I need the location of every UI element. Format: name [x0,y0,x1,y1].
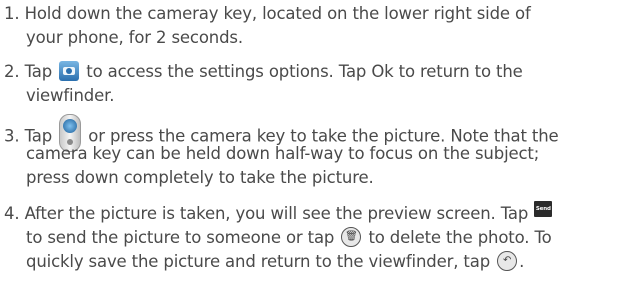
step-text: Hold down the cameray key, located on th… [24,4,531,23]
step-text: . [519,252,525,271]
step-3-line-3: press down completely to take the pictur… [26,168,374,187]
return-arrow-icon: ↶ [497,250,518,271]
camera-settings-icon [59,60,80,81]
step-text: Tap [24,62,53,81]
step-1-line-1: 1. Hold down the cameray key, located on… [4,2,531,26]
step-number: 2. [4,62,20,81]
step-4-line-1: 4. After the picture is taken, you will … [4,200,553,226]
send-icon: Send [534,200,553,217]
trash-icon: 🗑 [341,226,362,247]
step-3-line-2: camera key can be held down half-way to … [26,144,540,163]
step-2-line-2: viewfinder. [26,86,115,105]
step-text: to access the settings options. Tap Ok t… [86,62,523,81]
step-number: 1. [4,4,20,23]
step-text: to delete the photo. To [368,228,552,247]
step-1-line-2: your phone, for 2 seconds. [26,28,243,47]
step-text: After the picture is taken, you will see… [24,204,529,223]
step-2-line-1: 2. Tap to access the settings options. T… [4,60,523,84]
step-text: quickly save the picture and return to t… [26,252,491,271]
step-text: to send the picture to someone or tap [26,228,335,247]
step-number: 3. [4,126,20,146]
instruction-document: 1. Hold down the cameray key, located on… [0,0,632,304]
step-4-line-2: to send the picture to someone or tap 🗑 … [26,226,552,250]
step-number: 4. [4,204,20,223]
step-4-line-3: quickly save the picture and return to t… [26,250,524,274]
